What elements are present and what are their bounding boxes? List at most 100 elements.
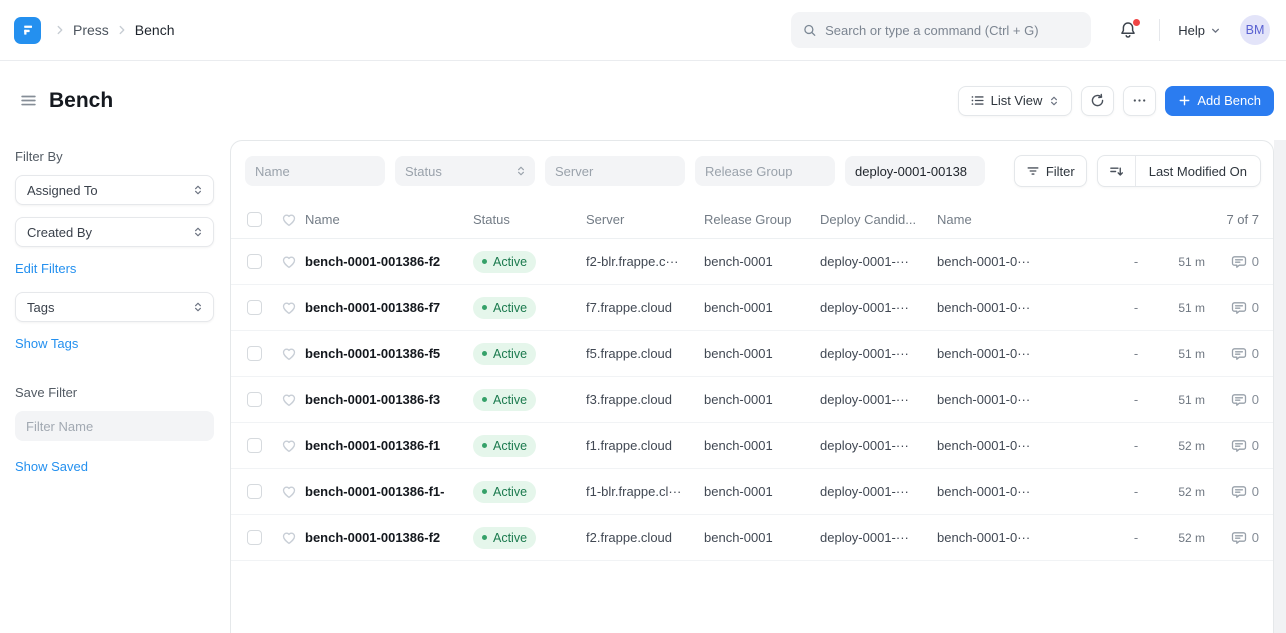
breadcrumb-press[interactable]: Press bbox=[73, 22, 109, 38]
page-title: Bench bbox=[49, 89, 113, 113]
frappe-logo-icon bbox=[20, 22, 36, 38]
doc-name-cell: bench-0001-0··· bbox=[937, 438, 1087, 453]
command-search[interactable] bbox=[791, 12, 1091, 48]
notifications-button[interactable] bbox=[1115, 17, 1141, 43]
doc-name-cell: bench-0001-0··· bbox=[937, 530, 1087, 545]
created-by-select[interactable]: Created By bbox=[15, 217, 214, 247]
assigned-to-select[interactable]: Assigned To bbox=[15, 175, 214, 205]
column-header-status[interactable]: Status bbox=[473, 212, 586, 227]
favorite-button[interactable] bbox=[281, 392, 305, 408]
bench-name[interactable]: bench-0001-001386-f3 bbox=[305, 392, 473, 407]
table-row[interactable]: bench-0001-001386-f1 Active f1.frappe.cl… bbox=[231, 423, 1273, 469]
sort-control[interactable]: Last Modified On bbox=[1097, 155, 1261, 187]
table-row[interactable]: bench-0001-001386-f5 Active f5.frappe.cl… bbox=[231, 331, 1273, 377]
bench-name[interactable]: bench-0001-001386-f2 bbox=[305, 254, 473, 269]
refresh-button[interactable] bbox=[1081, 86, 1114, 116]
show-saved-link[interactable]: Show Saved bbox=[15, 459, 88, 474]
breadcrumb-bench[interactable]: Bench bbox=[135, 22, 175, 38]
status-label: Active bbox=[493, 439, 527, 453]
row-checkbox[interactable] bbox=[247, 300, 262, 315]
status-label: Active bbox=[493, 393, 527, 407]
bench-name[interactable]: bench-0001-001386-f2 bbox=[305, 530, 473, 545]
comment-icon bbox=[1231, 484, 1247, 500]
comment-icon bbox=[1231, 438, 1247, 454]
row-checkbox[interactable] bbox=[247, 392, 262, 407]
chevron-right-icon bbox=[53, 23, 67, 37]
bench-name[interactable]: bench-0001-001386-f1 bbox=[305, 438, 473, 453]
favorite-button[interactable] bbox=[281, 438, 305, 454]
chevron-up-down-icon bbox=[1048, 95, 1060, 107]
sort-field-label[interactable]: Last Modified On bbox=[1136, 156, 1260, 186]
last-modified-cell: 51 m bbox=[1151, 301, 1209, 315]
add-bench-button[interactable]: Add Bench bbox=[1165, 86, 1274, 116]
view-switcher-button[interactable]: List View bbox=[958, 86, 1073, 116]
doc-name-cell: bench-0001-0··· bbox=[937, 484, 1087, 499]
search-input[interactable] bbox=[825, 23, 1079, 38]
filter-button[interactable]: Filter bbox=[1014, 155, 1087, 187]
favorite-button[interactable] bbox=[281, 484, 305, 500]
column-header-doc-name[interactable]: Name bbox=[937, 212, 1087, 227]
status-label: Active bbox=[493, 255, 527, 269]
favorite-button[interactable] bbox=[281, 530, 305, 546]
comment-count: 0 bbox=[1252, 438, 1259, 453]
search-icon bbox=[803, 23, 817, 38]
show-tags-link[interactable]: Show Tags bbox=[15, 336, 78, 351]
tags-select[interactable]: Tags bbox=[15, 292, 214, 322]
status-filter-select[interactable]: Status bbox=[395, 156, 535, 186]
column-header-name[interactable]: Name bbox=[305, 212, 473, 227]
release-group-cell: bench-0001 bbox=[704, 484, 820, 499]
column-header-release-group[interactable]: Release Group bbox=[704, 212, 820, 227]
doc-name-cell: bench-0001-0··· bbox=[937, 392, 1087, 407]
favorite-button[interactable] bbox=[281, 254, 305, 270]
status-label: Active bbox=[493, 485, 527, 499]
select-all-checkbox[interactable] bbox=[247, 212, 262, 227]
comments-indicator: 0 bbox=[1209, 392, 1259, 408]
release-group-filter-input[interactable] bbox=[695, 156, 835, 186]
status-label: Active bbox=[493, 301, 527, 315]
deploy-candidate-filter-input[interactable] bbox=[845, 156, 985, 186]
sort-icon-segment[interactable] bbox=[1098, 156, 1136, 186]
page-header: Bench List View bbox=[0, 61, 1286, 140]
table-row[interactable]: bench-0001-001386-f2 Active f2-blr.frapp… bbox=[231, 239, 1273, 285]
more-options-button[interactable] bbox=[1123, 86, 1156, 116]
column-header-server[interactable]: Server bbox=[586, 212, 704, 227]
status-dot-icon bbox=[482, 397, 487, 402]
release-group-cell: bench-0001 bbox=[704, 438, 820, 453]
table-row[interactable]: bench-0001-001386-f3 Active f3.frappe.cl… bbox=[231, 377, 1273, 423]
edit-filters-link[interactable]: Edit Filters bbox=[15, 261, 76, 276]
favorite-button[interactable] bbox=[281, 300, 305, 316]
help-menu[interactable]: Help bbox=[1178, 23, 1222, 38]
name-filter-input[interactable] bbox=[245, 156, 385, 186]
bench-name[interactable]: bench-0001-001386-f5 bbox=[305, 346, 473, 361]
frappe-logo[interactable] bbox=[14, 17, 41, 44]
bench-name[interactable]: bench-0001-001386-f7 bbox=[305, 300, 473, 315]
add-bench-label: Add Bench bbox=[1197, 93, 1261, 108]
column-header-deploy-candidate[interactable]: Deploy Candid... bbox=[820, 212, 937, 227]
list-view-icon bbox=[970, 93, 985, 108]
table-row[interactable]: bench-0001-001386-f7 Active f7.frappe.cl… bbox=[231, 285, 1273, 331]
comment-icon bbox=[1231, 530, 1247, 546]
favorite-button[interactable] bbox=[281, 346, 305, 362]
main-panel: Status Filter bbox=[230, 140, 1286, 633]
table-row[interactable]: bench-0001-001386-f1- Active f1-blr.frap… bbox=[231, 469, 1273, 515]
last-modified-cell: 51 m bbox=[1151, 393, 1209, 407]
last-modified-cell: 51 m bbox=[1151, 255, 1209, 269]
sidebar-toggle-button[interactable] bbox=[16, 88, 41, 113]
table-row[interactable]: bench-0001-001386-f2 Active f2.frappe.cl… bbox=[231, 515, 1273, 561]
breadcrumb: Press Bench bbox=[53, 22, 175, 38]
status-label: Active bbox=[493, 531, 527, 545]
user-avatar[interactable]: BM bbox=[1240, 15, 1270, 45]
row-checkbox[interactable] bbox=[247, 484, 262, 499]
deploy-candidate-cell: deploy-0001-··· bbox=[820, 346, 937, 361]
server-filter-input[interactable] bbox=[545, 156, 685, 186]
row-checkbox[interactable] bbox=[247, 254, 262, 269]
row-checkbox[interactable] bbox=[247, 438, 262, 453]
bench-name[interactable]: bench-0001-001386-f1- bbox=[305, 484, 473, 499]
view-switcher-label: List View bbox=[991, 93, 1043, 108]
filter-name-input[interactable] bbox=[15, 411, 214, 441]
release-group-cell: bench-0001 bbox=[704, 346, 820, 361]
row-checkbox[interactable] bbox=[247, 346, 262, 361]
row-checkbox[interactable] bbox=[247, 530, 262, 545]
row-count: 7 of 7 bbox=[1226, 212, 1259, 227]
extra-cell: - bbox=[1121, 346, 1151, 361]
